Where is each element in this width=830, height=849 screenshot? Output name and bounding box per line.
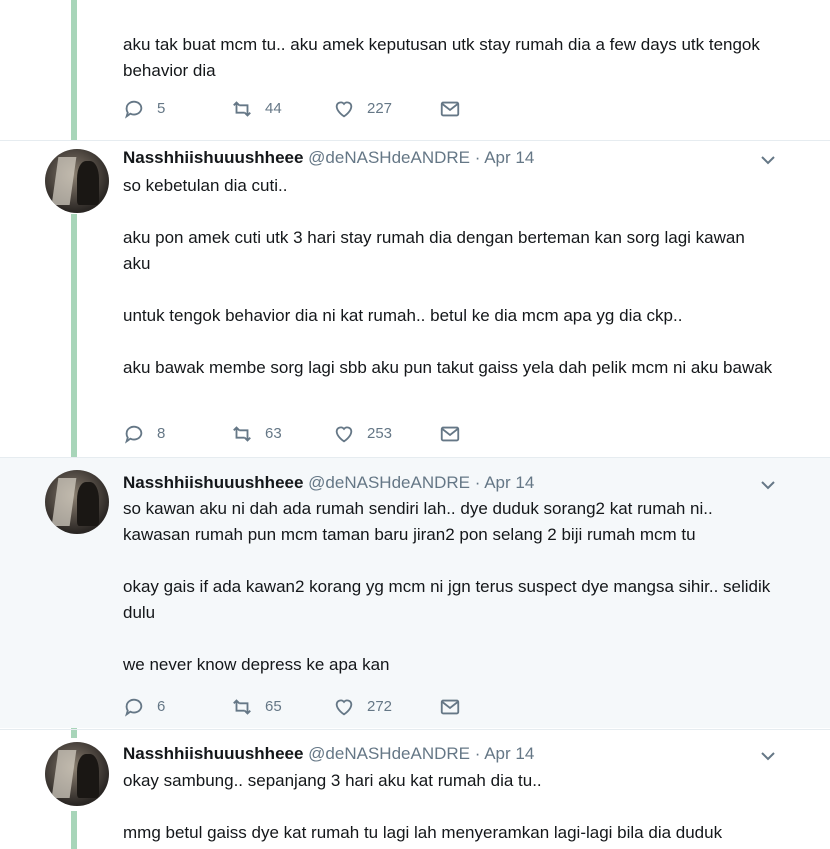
avatar[interactable]: [45, 470, 109, 534]
tweet-paragraph: untuk tengok behavior dia ni kat rumah..…: [123, 306, 683, 325]
message-icon: [440, 699, 460, 715]
user-handle[interactable]: @deNASHdeANDRE: [308, 473, 470, 492]
like-button[interactable]: 227: [333, 98, 392, 120]
user-name[interactable]: Nasshhiishuuushheee: [123, 473, 303, 492]
message-button[interactable]: [439, 98, 461, 120]
message-button[interactable]: [439, 696, 461, 718]
retweet-button[interactable]: 63: [231, 423, 282, 445]
reply-button[interactable]: 6: [123, 696, 165, 718]
like-button[interactable]: 253: [333, 423, 392, 445]
message-icon: [440, 426, 460, 442]
separator-dot: ·: [474, 744, 481, 763]
reply-button[interactable]: 8: [123, 423, 165, 445]
like-icon: [335, 101, 353, 118]
like-icon: [335, 426, 353, 443]
message-icon: [440, 101, 460, 117]
tweet-paragraph: we never know depress ke apa kan: [123, 655, 390, 674]
reply-count: 6: [157, 698, 166, 715]
user-handle[interactable]: @deNASHdeANDRE: [308, 744, 470, 763]
tweet-date[interactable]: Apr 14: [484, 473, 534, 492]
reply-icon: [125, 698, 143, 717]
tweet-paragraph: aku tak buat mcm tu.. aku amek keputusan…: [123, 35, 760, 80]
user-name[interactable]: Nasshhiishuuushheee: [123, 148, 303, 167]
tweet-paragraph: mmg betul gaiss dye kat rumah tu lagi la…: [123, 823, 723, 842]
reply-button[interactable]: 5: [123, 98, 165, 120]
like-count: 253: [367, 425, 393, 442]
retweet-count: 44: [265, 100, 282, 117]
tweet[interactable]: Nasshhiishuuushheee @deNASHdeANDRE · Apr…: [0, 730, 830, 849]
avatar[interactable]: [45, 742, 109, 806]
tweet[interactable]: Nasshhiishuuushheee @deNASHdeANDRE · Apr…: [0, 458, 830, 728]
reply-count: 8: [157, 425, 166, 442]
chevron-down-icon[interactable]: [760, 477, 776, 493]
tweet-header: Nasshhiishuuushheee @deNASHdeANDRE · Apr…: [123, 148, 534, 168]
tweet-paragraph: aku pon amek cuti utk 3 hari stay rumah …: [123, 228, 745, 273]
chevron-down-icon[interactable]: [760, 152, 776, 168]
tweet[interactable]: aku tak buat mcm tu.. aku amek keputusan…: [0, 0, 830, 140]
like-count: 272: [367, 698, 393, 715]
tweet-text: aku tak buat mcm tu.. aku amek keputusan…: [123, 32, 773, 84]
retweet-icon: [233, 101, 251, 117]
like-button[interactable]: 272: [333, 696, 392, 718]
retweet-count: 65: [265, 698, 282, 715]
reply-count: 5: [157, 100, 166, 117]
tweet-paragraph: so kebetulan dia cuti..: [123, 176, 288, 195]
like-icon: [335, 699, 353, 716]
tweet-paragraph: aku bawak membe sorg lagi sbb aku pun ta…: [123, 358, 773, 377]
tweet-date[interactable]: Apr 14: [484, 148, 534, 167]
retweet-button[interactable]: 44: [231, 98, 282, 120]
user-handle[interactable]: @deNASHdeANDRE: [308, 148, 470, 167]
tweet-text: okay sambung.. sepanjang 3 hari aku kat …: [123, 768, 773, 846]
tweet[interactable]: Nasshhiishuuushheee @deNASHdeANDRE · Apr…: [0, 141, 830, 457]
tweet-header: Nasshhiishuuushheee @deNASHdeANDRE · Apr…: [123, 473, 534, 493]
chevron-down-icon[interactable]: [760, 748, 776, 764]
tweet-paragraph: okay gais if ada kawan2 korang yg mcm ni…: [123, 577, 771, 622]
retweet-count: 63: [265, 425, 282, 442]
tweet-text: so kawan aku ni dah ada rumah sendiri la…: [123, 496, 773, 678]
tweet-header: Nasshhiishuuushheee @deNASHdeANDRE · Apr…: [123, 744, 534, 764]
retweet-button[interactable]: 65: [231, 696, 282, 718]
separator-dot: ·: [474, 473, 481, 492]
tweet-paragraph: so kawan aku ni dah ada rumah sendiri la…: [123, 499, 713, 544]
reply-icon: [125, 100, 143, 119]
retweet-icon: [233, 699, 251, 715]
reply-icon: [125, 425, 143, 444]
separator-dot: ·: [474, 148, 481, 167]
message-button[interactable]: [439, 423, 461, 445]
user-name[interactable]: Nasshhiishuuushheee: [123, 744, 303, 763]
avatar[interactable]: [45, 149, 109, 213]
retweet-icon: [233, 426, 251, 442]
like-count: 227: [367, 100, 393, 117]
tweet-text: so kebetulan dia cuti.. aku pon amek cut…: [123, 173, 773, 381]
tweet-date[interactable]: Apr 14: [484, 744, 534, 763]
tweet-paragraph: okay sambung.. sepanjang 3 hari aku kat …: [123, 771, 542, 790]
